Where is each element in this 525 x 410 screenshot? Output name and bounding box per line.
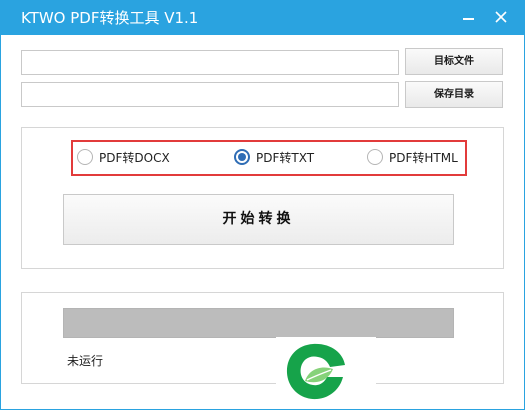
radio-dot [238, 153, 246, 161]
close-button[interactable] [487, 1, 515, 35]
leaf-logo-icon [283, 341, 347, 403]
start-conversion-button[interactable]: 开始转换 [63, 194, 454, 245]
radio-pdf-to-docx[interactable]: PDF转DOCX [77, 147, 177, 169]
target-file-button[interactable]: 目标文件 [405, 48, 503, 75]
radio-button[interactable] [367, 149, 383, 165]
radio-button[interactable] [234, 149, 250, 165]
radio-button[interactable] [77, 149, 93, 165]
close-icon [494, 10, 508, 24]
status-group [21, 292, 504, 384]
radio-pdf-to-html[interactable]: PDF转HTML [367, 147, 463, 169]
app-window: KTWO PDF转换工具 V1.1 目标文件 保存目录 PDF转DOCX PDF… [0, 0, 525, 410]
progress-bar [63, 308, 454, 338]
status-text: 未运行 [67, 354, 104, 368]
save-directory-input[interactable] [21, 82, 399, 107]
radio-label: PDF转DOCX [99, 151, 170, 165]
target-file-input[interactable] [21, 50, 399, 75]
minimize-icon [463, 18, 474, 20]
watermark-logo [276, 337, 376, 409]
title-bar: KTWO PDF转换工具 V1.1 [1, 1, 524, 35]
radio-label: PDF转TXT [256, 151, 315, 165]
radio-label: PDF转HTML [389, 151, 458, 165]
window-title: KTWO PDF转换工具 V1.1 [21, 9, 199, 27]
save-directory-button[interactable]: 保存目录 [405, 81, 503, 108]
radio-pdf-to-txt[interactable]: PDF转TXT [234, 147, 324, 169]
minimize-button[interactable] [455, 1, 483, 35]
